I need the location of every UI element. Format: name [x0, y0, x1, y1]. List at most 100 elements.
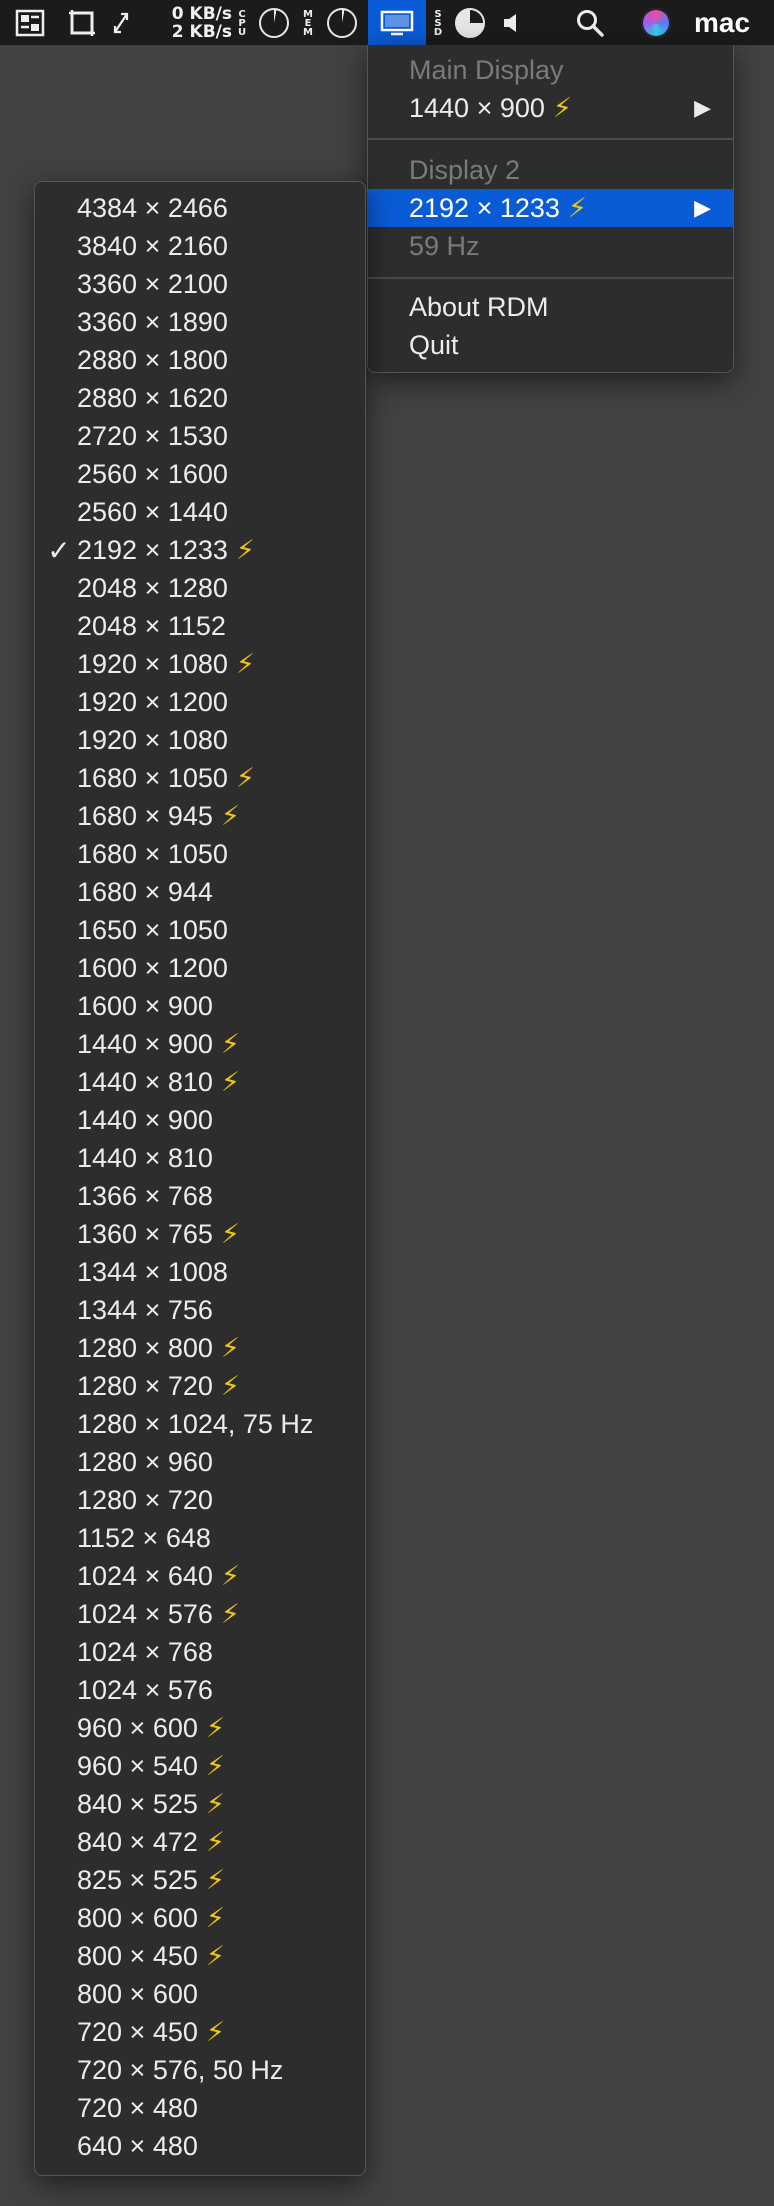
resolution-item[interactable]: 1024 × 576 ⚡	[35, 1595, 365, 1633]
rdm-menu: Main Display 1440 × 900 ⚡ ▶ Display 2 219…	[367, 45, 734, 373]
resolution-label: 1680 × 1050	[77, 762, 228, 793]
resolution-item[interactable]: 960 × 600 ⚡	[35, 1709, 365, 1747]
resolution-item[interactable]: 800 × 450 ⚡	[35, 1937, 365, 1975]
network-stats[interactable]: 0 KB/s 2 KB/s	[150, 0, 232, 45]
resolution-item[interactable]: 1366 × 768	[35, 1177, 365, 1215]
resolution-submenu: 4384 × 2466 3840 × 2160 3360 × 2100 3360 × …	[34, 181, 366, 2176]
resolution-item[interactable]: 720 × 450 ⚡	[35, 2013, 365, 2051]
resolution-item[interactable]: 2560 × 1440	[35, 493, 365, 531]
resolution-label: 1650 × 1050	[77, 914, 228, 945]
hidpi-bolt-icon: ⚡	[205, 2016, 225, 2047]
resolution-item[interactable]: 1280 × 720	[35, 1481, 365, 1519]
resolution-item[interactable]: 1440 × 900	[35, 1101, 365, 1139]
about-rdm-item[interactable]: About RDM	[368, 288, 733, 326]
grid-icon[interactable]	[10, 0, 50, 45]
resolution-item[interactable]: 1360 × 765 ⚡	[35, 1215, 365, 1253]
memory-gauge[interactable]	[324, 0, 360, 45]
resolution-item[interactable]: 1920 × 1200	[35, 683, 365, 721]
resolution-item[interactable]: 720 × 576, 50 Hz	[35, 2051, 365, 2089]
resolution-label: 1920 × 1200	[77, 686, 228, 717]
resolution-label: 1344 × 756	[77, 1294, 213, 1325]
resolution-item[interactable]: 1024 × 576	[35, 1671, 365, 1709]
resolution-item[interactable]: 1280 × 1024, 75 Hz	[35, 1405, 365, 1443]
resolution-item[interactable]: 1920 × 1080	[35, 721, 365, 759]
resolution-label: 1680 × 1050	[77, 838, 228, 869]
resolution-item[interactable]: 800 × 600 ⚡	[35, 1899, 365, 1937]
resolution-item[interactable]: 1024 × 768	[35, 1633, 365, 1671]
display2-refresh-rate: 59 Hz	[409, 230, 480, 261]
resolution-label: 800 × 600	[77, 1978, 198, 2009]
resolution-label: 640 × 480	[77, 2130, 198, 2161]
quit-item[interactable]: Quit	[368, 326, 733, 364]
resolution-item[interactable]: 1152 × 648	[35, 1519, 365, 1557]
resolution-item[interactable]: 1344 × 1008	[35, 1253, 365, 1291]
hidpi-bolt-icon: ⚡	[205, 1788, 225, 1819]
hidpi-bolt-icon: ⚡	[220, 1218, 240, 1249]
expand-icon[interactable]	[108, 0, 134, 45]
search-icon[interactable]	[572, 0, 608, 45]
resolution-label: 3360 × 1890	[77, 306, 228, 337]
resolution-item[interactable]: 825 × 525 ⚡	[35, 1861, 365, 1899]
resolution-item[interactable]: 800 × 600	[35, 1975, 365, 2013]
resolution-label: 2192 × 1233	[77, 534, 228, 565]
display-icon[interactable]	[368, 0, 426, 45]
resolution-item[interactable]: 1650 × 1050	[35, 911, 365, 949]
resolution-item[interactable]: 2560 × 1600	[35, 455, 365, 493]
resolution-label: 4384 × 2466	[77, 192, 228, 223]
resolution-label: 800 × 600	[77, 1902, 198, 1933]
resolution-item[interactable]: 840 × 472 ⚡	[35, 1823, 365, 1861]
resolution-item[interactable]: 3840 × 2160	[35, 227, 365, 265]
resolution-item[interactable]: 4384 × 2466	[35, 189, 365, 227]
resolution-item[interactable]: 1680 × 1050 ⚡	[35, 759, 365, 797]
resolution-label: 1024 × 576	[77, 1674, 213, 1705]
resolution-item[interactable]: 1440 × 810 ⚡	[35, 1063, 365, 1101]
resolution-item[interactable]: 840 × 525 ⚡	[35, 1785, 365, 1823]
resolution-item[interactable]: ✓ 2192 × 1233 ⚡	[35, 531, 365, 569]
resolution-item[interactable]: 1920 × 1080 ⚡	[35, 645, 365, 683]
resolution-item[interactable]: 1280 × 960	[35, 1443, 365, 1481]
resolution-item[interactable]: 1680 × 944	[35, 873, 365, 911]
crop-icon[interactable]	[64, 0, 100, 45]
resolution-item[interactable]: 2048 × 1152	[35, 607, 365, 645]
resolution-label: 2048 × 1152	[77, 610, 226, 641]
resolution-label: 3360 × 2100	[77, 268, 228, 299]
hidpi-bolt-icon: ⚡	[220, 1332, 240, 1363]
resolution-item[interactable]: 3360 × 2100	[35, 265, 365, 303]
resolution-item[interactable]: 1600 × 1200	[35, 949, 365, 987]
resolution-item[interactable]: 1344 × 756	[35, 1291, 365, 1329]
display2-resolution[interactable]: 2192 × 1233 ⚡ ▶	[368, 189, 733, 227]
user-name[interactable]: mac	[690, 0, 754, 45]
resolution-label: 1280 × 1024, 75 Hz	[77, 1408, 314, 1439]
resolution-item[interactable]: 1280 × 720 ⚡	[35, 1367, 365, 1405]
resolution-item[interactable]: 1600 × 900	[35, 987, 365, 1025]
resolution-label: 720 × 480	[77, 2092, 198, 2123]
resolution-item[interactable]: 960 × 540 ⚡	[35, 1747, 365, 1785]
resolution-item[interactable]: 1024 × 640 ⚡	[35, 1557, 365, 1595]
siri-icon[interactable]	[638, 0, 674, 45]
resolution-item[interactable]: 640 × 480	[35, 2127, 365, 2165]
resolution-item[interactable]: 2720 × 1530	[35, 417, 365, 455]
resolution-item[interactable]: 720 × 480	[35, 2089, 365, 2127]
speaker-icon[interactable]	[498, 0, 526, 45]
resolution-item[interactable]: 1440 × 900 ⚡	[35, 1025, 365, 1063]
resolution-item[interactable]: 1680 × 945 ⚡	[35, 797, 365, 835]
hidpi-bolt-icon: ⚡	[220, 1066, 240, 1097]
menu-separator	[368, 138, 733, 140]
resolution-label: 1024 × 576	[77, 1598, 213, 1629]
resolution-label: 2560 × 1600	[77, 458, 228, 489]
resolution-item[interactable]: 1280 × 800 ⚡	[35, 1329, 365, 1367]
resolution-item[interactable]: 1680 × 1050	[35, 835, 365, 873]
main-display-resolution[interactable]: 1440 × 900 ⚡ ▶	[368, 89, 733, 127]
hidpi-bolt-icon: ⚡	[220, 1028, 240, 1059]
resolution-item[interactable]: 2880 × 1620	[35, 379, 365, 417]
resolution-item[interactable]: 2048 × 1280	[35, 569, 365, 607]
cpu-gauge[interactable]	[256, 0, 292, 45]
resolution-item[interactable]: 3360 × 1890	[35, 303, 365, 341]
resolution-label: 1152 × 648	[77, 1522, 211, 1553]
resolution-item[interactable]: 2880 × 1800	[35, 341, 365, 379]
resolution-item[interactable]: 1440 × 810	[35, 1139, 365, 1177]
hidpi-bolt-icon: ⚡	[567, 192, 587, 223]
hidpi-bolt-icon: ⚡	[205, 1712, 225, 1743]
disk-gauge[interactable]	[452, 0, 488, 45]
hidpi-bolt-icon: ⚡	[552, 92, 572, 123]
